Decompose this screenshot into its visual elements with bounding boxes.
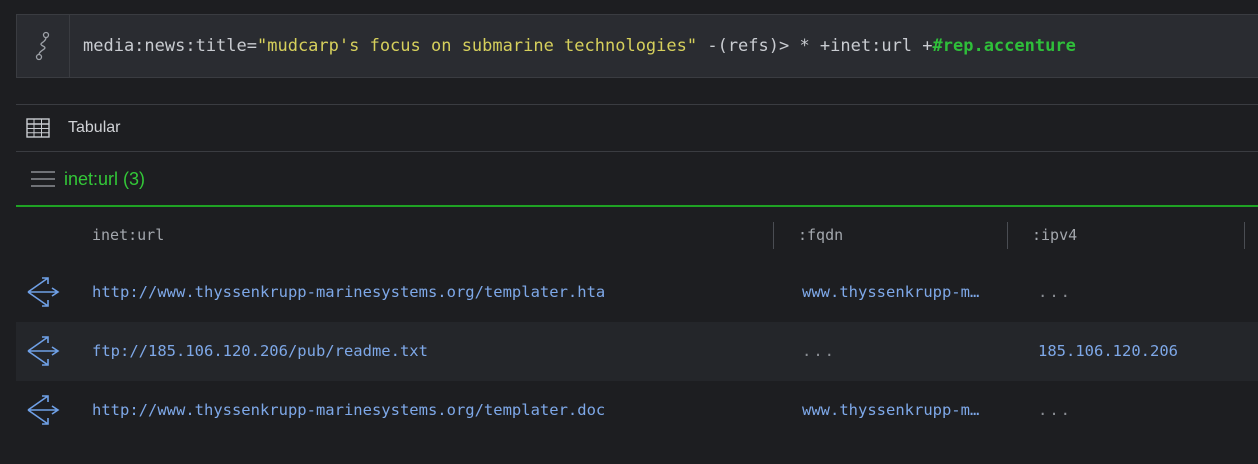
table-row[interactable]: http://www.thyssenkrupp-marinesystems.or… bbox=[16, 263, 1258, 322]
query-input[interactable]: media:news:title="mudcarp's focus on sub… bbox=[83, 15, 1076, 77]
form-header: inet:url (3) bbox=[16, 160, 145, 198]
table-header: inet:url :fqdn :ipv4 bbox=[16, 208, 1258, 263]
node-link-icon[interactable] bbox=[24, 274, 62, 310]
cell-ipv4: ... bbox=[1038, 283, 1072, 301]
cell-fqdn[interactable]: www.thyssenkrupp-m… bbox=[802, 263, 1002, 322]
query-middle: -(refs)> * +inet:url + bbox=[697, 36, 933, 56]
cell-url[interactable]: http://www.thyssenkrupp-marinesystems.or… bbox=[92, 263, 782, 322]
cell-ipv4: ... bbox=[1038, 401, 1072, 419]
cell-url[interactable]: http://www.thyssenkrupp-marinesystems.or… bbox=[92, 381, 782, 440]
query-string: "mudcarp's focus on submarine technologi… bbox=[257, 36, 698, 56]
node-link-icon[interactable] bbox=[24, 392, 62, 428]
results-table: inet:url :fqdn :ipv4 http://www.thyssenk… bbox=[16, 208, 1258, 440]
view-tab-bar: Tabular bbox=[16, 104, 1258, 152]
query-tag: #rep.accenture bbox=[932, 36, 1076, 56]
hamburger-menu-icon[interactable] bbox=[30, 170, 56, 188]
column-resize-handle[interactable] bbox=[773, 222, 774, 249]
tab-tabular[interactable]: Tabular bbox=[68, 119, 120, 137]
query-pipeline-icon bbox=[17, 15, 70, 77]
column-resize-handle[interactable] bbox=[1244, 222, 1245, 249]
query-bar[interactable]: media:news:title="mudcarp's focus on sub… bbox=[16, 14, 1258, 78]
cell-fqdn: ... bbox=[802, 342, 836, 360]
query-prefix: media:news:title= bbox=[83, 36, 257, 56]
cell-fqdn[interactable]: www.thyssenkrupp-m… bbox=[802, 381, 1002, 440]
cell-url[interactable]: ftp://185.106.120.206/pub/readme.txt bbox=[92, 322, 782, 381]
column-header-ipv4[interactable]: :ipv4 bbox=[1032, 208, 1077, 263]
table-row[interactable]: ftp://185.106.120.206/pub/readme.txt ...… bbox=[16, 322, 1258, 381]
table-row[interactable]: http://www.thyssenkrupp-marinesystems.or… bbox=[16, 381, 1258, 440]
section-divider bbox=[16, 205, 1258, 207]
form-title: inet:url (3) bbox=[64, 168, 146, 189]
column-header-url[interactable]: inet:url bbox=[92, 208, 164, 263]
column-header-fqdn[interactable]: :fqdn bbox=[798, 208, 843, 263]
table-grid-icon bbox=[26, 118, 50, 138]
node-link-icon[interactable] bbox=[24, 333, 62, 369]
cell-ipv4[interactable]: 185.106.120.206 bbox=[1038, 322, 1238, 381]
column-resize-handle[interactable] bbox=[1007, 222, 1008, 249]
